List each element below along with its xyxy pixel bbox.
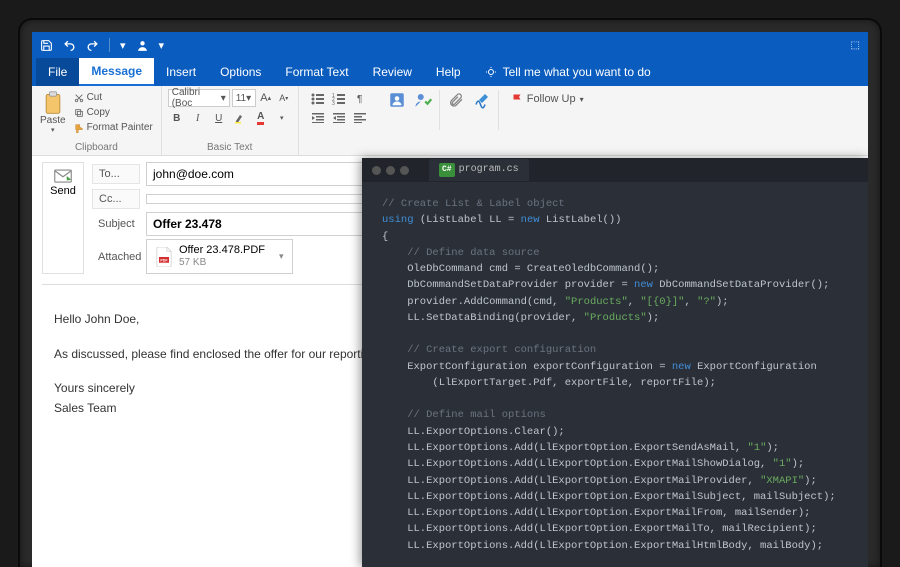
window-traffic-lights[interactable] — [372, 166, 409, 175]
svg-text:3: 3 — [332, 101, 335, 105]
screen: ▾ ▾ ⬚ File Message Insert Options Format… — [32, 32, 868, 567]
font-color-button[interactable]: A — [252, 109, 270, 127]
font-color-dropdown-icon[interactable]: ▾ — [273, 109, 291, 127]
attach-file-icon[interactable] — [446, 90, 466, 110]
increase-indent-icon[interactable] — [330, 110, 348, 126]
tb-dropdown-2-icon[interactable]: ▾ — [159, 39, 165, 52]
paste-button[interactable]: Paste ▾ — [38, 89, 68, 136]
flag-icon — [511, 92, 523, 106]
show-marks-icon[interactable]: ¶ — [351, 91, 369, 107]
editor-titlebar: C# program.cs — [362, 158, 868, 182]
tab-review[interactable]: Review — [361, 58, 424, 86]
save-icon[interactable] — [40, 39, 53, 52]
pdf-icon: PDF — [155, 247, 173, 267]
decrease-indent-icon[interactable] — [309, 110, 327, 126]
subject-label: Subject — [92, 215, 140, 233]
tab-format-text[interactable]: Format Text — [273, 58, 360, 86]
tab-insert[interactable]: Insert — [154, 58, 208, 86]
send-icon — [54, 169, 72, 183]
ribbon-collapse-icon[interactable]: ⬚ — [851, 40, 860, 51]
attachment-size: 57 KB — [179, 257, 265, 269]
numbered-list-icon[interactable]: 123 — [330, 91, 348, 107]
editor-tab[interactable]: C# program.cs — [429, 159, 529, 181]
misc-tools-group: Follow Up ▾ — [379, 86, 598, 155]
editor-filename: program.cs — [459, 162, 519, 178]
ribbon: Paste ▾ Cut Copy Format Painter Clipboar… — [32, 86, 868, 156]
follow-up-dropdown-icon: ▾ — [580, 95, 584, 104]
quick-access-toolbar: ▾ ▾ ⬚ — [32, 32, 868, 58]
paste-dropdown-icon[interactable]: ▾ — [51, 126, 55, 134]
clipboard-group: Paste ▾ Cut Copy Format Painter Clipboar… — [32, 86, 162, 155]
code-content[interactable]: // Create List & Label object using (Lis… — [362, 182, 868, 567]
signature-icon[interactable] — [472, 90, 492, 110]
copy-button[interactable]: Copy — [72, 106, 155, 119]
font-family-select[interactable]: Calibri (Boc ▾ — [168, 89, 230, 107]
basic-text-group: Calibri (Boc ▾ 11 ▾ A▴ A▾ B I U A ▾ — [162, 86, 299, 155]
increase-font-icon[interactable]: A▴ — [258, 90, 274, 106]
tb-dropdown-1-icon[interactable]: ▾ — [120, 39, 126, 52]
font-size-select[interactable]: 11 ▾ — [232, 89, 256, 107]
tell-me-label: Tell me what you want to do — [503, 65, 651, 79]
cc-button[interactable]: Cc... — [92, 189, 140, 209]
bold-button[interactable]: B — [168, 109, 186, 127]
undo-icon[interactable] — [63, 39, 76, 52]
check-names-icon[interactable] — [413, 90, 433, 110]
follow-up-button[interactable]: Follow Up ▾ — [505, 90, 590, 108]
code-editor-window: C# program.cs // Create List & Label obj… — [362, 158, 868, 567]
follow-up-label: Follow Up — [527, 93, 576, 105]
tell-me-search[interactable]: Tell me what you want to do — [473, 58, 663, 86]
svg-text:PDF: PDF — [160, 258, 168, 262]
redo-icon[interactable] — [86, 39, 99, 52]
italic-button[interactable]: I — [189, 109, 207, 127]
tab-options[interactable]: Options — [208, 58, 273, 86]
attachment-item[interactable]: PDF Offer 23.478.PDF 57 KB ▾ — [146, 239, 293, 274]
attached-label: Attached — [92, 248, 140, 266]
paste-label: Paste — [40, 115, 66, 126]
tab-help[interactable]: Help — [424, 58, 473, 86]
basic-text-group-label: Basic Text — [168, 140, 292, 155]
decrease-font-icon[interactable]: A▾ — [276, 90, 292, 106]
contact-icon[interactable] — [136, 39, 149, 52]
bullet-list-icon[interactable] — [309, 91, 327, 107]
format-painter-button[interactable]: Format Painter — [72, 121, 155, 134]
align-options-icon[interactable] — [351, 110, 369, 126]
clipboard-group-label: Clipboard — [38, 140, 155, 155]
attachment-name: Offer 23.478.PDF — [179, 244, 265, 257]
send-label: Send — [50, 185, 76, 197]
address-book-icon[interactable] — [387, 90, 407, 110]
attachment-dropdown-icon[interactable]: ▾ — [279, 251, 284, 262]
to-button[interactable]: To... — [92, 164, 140, 184]
csharp-icon: C# — [439, 163, 455, 177]
highlight-button[interactable] — [231, 109, 249, 127]
tab-message[interactable]: Message — [79, 58, 154, 86]
underline-button[interactable]: U — [210, 109, 228, 127]
paragraph-group: 123 ¶ — [299, 86, 379, 155]
tab-file[interactable]: File — [36, 58, 79, 86]
send-button[interactable]: Send — [42, 162, 84, 274]
laptop-frame: ▾ ▾ ⬚ File Message Insert Options Format… — [20, 20, 880, 567]
ribbon-tabs: File Message Insert Options Format Text … — [32, 58, 868, 86]
cut-button[interactable]: Cut — [72, 91, 155, 104]
